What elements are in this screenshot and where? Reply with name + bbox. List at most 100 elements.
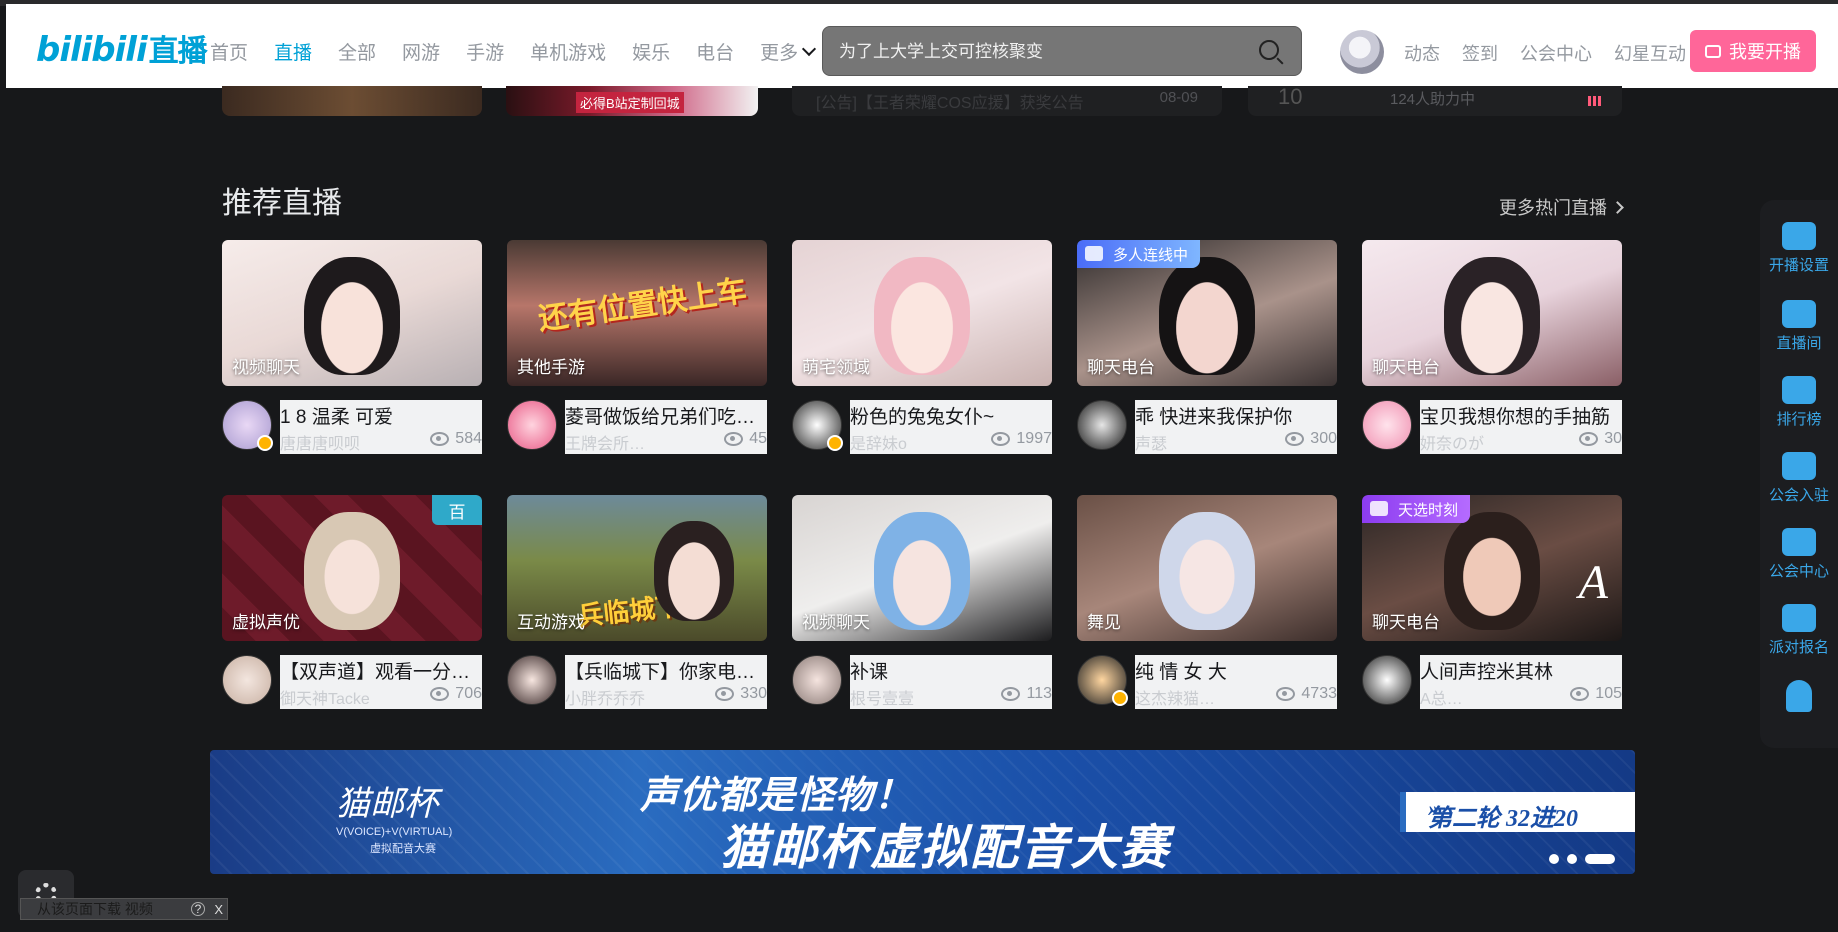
carousel-dot[interactable] [1549, 854, 1559, 864]
anchor-name[interactable]: 这杰辣猫… [1135, 685, 1255, 709]
close-icon[interactable]: X [214, 902, 223, 917]
anchor-avatar[interactable] [1077, 400, 1127, 450]
anchor-name[interactable]: 根号壹壹 [850, 685, 970, 709]
room-title[interactable]: 纯 情 女 大 [1135, 657, 1335, 684]
room-title[interactable]: 人间声控米其林 [1420, 657, 1620, 684]
anchor-name[interactable]: 是辞妹o [850, 430, 970, 454]
anchor-avatar[interactable] [507, 655, 557, 705]
carousel-dot-active[interactable] [1585, 854, 1615, 864]
live-room-card[interactable]: 还有位置快上车 其他手游 菱哥做饭给兄弟们吃… 王牌会所… 45 [507, 240, 767, 454]
event-banner[interactable]: 猫邮杯 V(VOICE)+V(VIRTUAL) 虚拟配音大赛 声优都是怪物！ 猫… [210, 750, 1635, 874]
search-icon[interactable] [1259, 40, 1279, 60]
anchor-name[interactable]: A总… [1420, 685, 1540, 709]
room-cover[interactable]: 萌宅领域 [792, 240, 1052, 386]
room-cover[interactable]: 视频聊天 [792, 495, 1052, 641]
live-room-card[interactable]: 百 虚拟声优 【双声道】观看一分… 御天神Tacke 706 [222, 495, 482, 709]
room-cover[interactable]: 兵临城下 互动游戏 [507, 495, 767, 641]
room-cover[interactable]: 天选时刻 A 聊天电台 [1362, 495, 1622, 641]
rank-card[interactable]: 10 124人助力中 [1248, 84, 1622, 116]
live-room-card[interactable]: 舞见 纯 情 女 大 这杰辣猫… 4733 [1077, 495, 1337, 709]
nav-mobile-games[interactable]: 手游 [466, 38, 504, 65]
room-title[interactable]: 1 8 温柔 可爱 [280, 402, 480, 429]
nav-all[interactable]: 全部 [338, 38, 376, 65]
cover-overlay-text: 还有位置快上车 [536, 274, 749, 337]
live-room-card[interactable]: 天选时刻 A 聊天电台 人间声控米其林 A总… 105 [1362, 495, 1622, 709]
nav-entertainment[interactable]: 娱乐 [632, 38, 670, 65]
help-icon[interactable]: ? [191, 902, 205, 916]
top-banner-card-1[interactable] [222, 86, 482, 116]
nav-more[interactable]: 更多 [760, 38, 817, 65]
tv-icon [186, 44, 204, 59]
anchor-name[interactable]: 王牌会所… [565, 430, 685, 454]
anchor-avatar[interactable] [222, 655, 272, 705]
live-room-card[interactable]: 视频聊天 1 8 温柔 可爱 唐唐唐呗呗 584 [222, 240, 482, 454]
top-banner-card-2[interactable]: 必得B站定制回城 [506, 86, 758, 116]
cover-image [304, 511, 400, 630]
double-arrow-icon: » [1428, 796, 1439, 821]
anchor-avatar[interactable] [792, 655, 842, 705]
room-title[interactable]: 补课 [850, 657, 1050, 684]
link-checkin[interactable]: 签到 [1462, 40, 1498, 66]
nav-online-games[interactable]: 网游 [402, 38, 440, 65]
room-cover[interactable]: 视频聊天 [222, 240, 482, 386]
anchor-name[interactable]: 小胖乔乔乔 [565, 685, 685, 709]
anchor-avatar[interactable] [507, 400, 557, 450]
download-video-bar[interactable]: 从该页面下载 视频 ? X [20, 898, 228, 920]
notice-title: [公告]【王者荣耀COS应援】获奖公告 [816, 95, 1084, 112]
anchor-avatar[interactable] [1362, 400, 1412, 450]
cover-image [874, 256, 970, 375]
nav-live[interactable]: 直播 [274, 38, 312, 65]
room-cover[interactable]: 还有位置快上车 其他手游 [507, 240, 767, 386]
room-title[interactable]: 菱哥做饭给兄弟们吃… [565, 402, 765, 429]
sidebar-item-guild-join[interactable]: 公会入驻 [1760, 452, 1838, 505]
nav-single-games[interactable]: 单机游戏 [530, 38, 606, 65]
room-title[interactable]: 【双声道】观看一分… [280, 657, 480, 684]
live-room-card[interactable]: 视频聊天 补课 根号壹壹 113 [792, 495, 1052, 709]
room-cover[interactable]: 聊天电台 [1362, 240, 1622, 386]
nav-radio[interactable]: 电台 [696, 38, 734, 65]
sidebar-item-rank[interactable]: 排行榜 [1760, 376, 1838, 429]
nav-home[interactable]: 首页 [186, 38, 248, 65]
room-title[interactable]: 乖 快进来我保护你 [1135, 402, 1335, 429]
anchor-avatar[interactable] [1077, 655, 1128, 706]
more-hot-live-link[interactable]: 更多热门直播 [1499, 194, 1624, 220]
room-title[interactable]: 粉色的兔兔女仆~ [850, 402, 1050, 429]
carousel-dot[interactable] [1567, 854, 1577, 864]
notice-card[interactable]: [公告]【王者荣耀COS应援】获奖公告 08-09 [792, 86, 1222, 116]
link-guild-center[interactable]: 公会中心 [1520, 40, 1592, 66]
anchor-avatar[interactable] [222, 400, 273, 451]
live-room-card[interactable]: 兵临城下 互动游戏 【兵临城下】你家电… 小胖乔乔乔 330 [507, 495, 767, 709]
anchor-name[interactable]: 御天神Tacke [280, 685, 400, 709]
live-room-card[interactable]: 多人连线中 聊天电台 乖 快进来我保护你 声瑟 300 [1077, 240, 1337, 454]
anchor-name[interactable]: 妍奈のが [1420, 430, 1540, 454]
room-title[interactable]: 【兵临城下】你家电… [565, 657, 765, 684]
sidebar-item-live-room[interactable]: 直播间 [1760, 300, 1838, 353]
room-cover[interactable]: 舞见 [1077, 495, 1337, 641]
viewer-count-value: 706 [455, 685, 482, 702]
eye-icon [430, 687, 450, 701]
anchor-name[interactable]: 声瑟 [1135, 430, 1255, 454]
sidebar-item-live-settings[interactable]: 开播设置 [1760, 222, 1838, 275]
link-dynamics[interactable]: 动态 [1404, 40, 1440, 66]
anchor-avatar[interactable] [792, 400, 843, 451]
eye-icon [991, 432, 1011, 446]
room-category: 虚拟声优 [232, 613, 300, 632]
sidebar-item-rocket[interactable] [1760, 680, 1838, 716]
anchor-avatar[interactable] [1362, 655, 1412, 705]
room-cover[interactable]: 多人连线中 聊天电台 [1077, 240, 1337, 386]
bilibili-live-logo[interactable]: bilibili直播 [36, 26, 208, 70]
sidebar-item-party-signup[interactable]: 派对报名 [1760, 604, 1838, 657]
user-avatar[interactable] [1340, 30, 1384, 74]
room-title[interactable]: 宝贝我想你想的手抽筋 [1420, 402, 1620, 429]
start-live-button[interactable]: 我要开播 [1690, 30, 1816, 72]
search-input[interactable] [837, 39, 1241, 65]
search-box [822, 26, 1302, 76]
eye-icon [724, 432, 744, 446]
link-interactive[interactable]: 幻星互动 [1614, 40, 1686, 66]
sidebar-item-guild-center[interactable]: 公会中心 [1760, 528, 1838, 581]
live-room-card[interactable]: 萌宅领域 粉色的兔兔女仆~ 是辞妹o 1997 [792, 240, 1052, 454]
room-cover[interactable]: 百 虚拟声优 [222, 495, 482, 641]
live-room-card[interactable]: 聊天电台 宝贝我想你想的手抽筋 妍奈のが 30 [1362, 240, 1622, 454]
cover-image [1159, 511, 1255, 630]
anchor-name[interactable]: 唐唐唐呗呗 [280, 430, 400, 454]
